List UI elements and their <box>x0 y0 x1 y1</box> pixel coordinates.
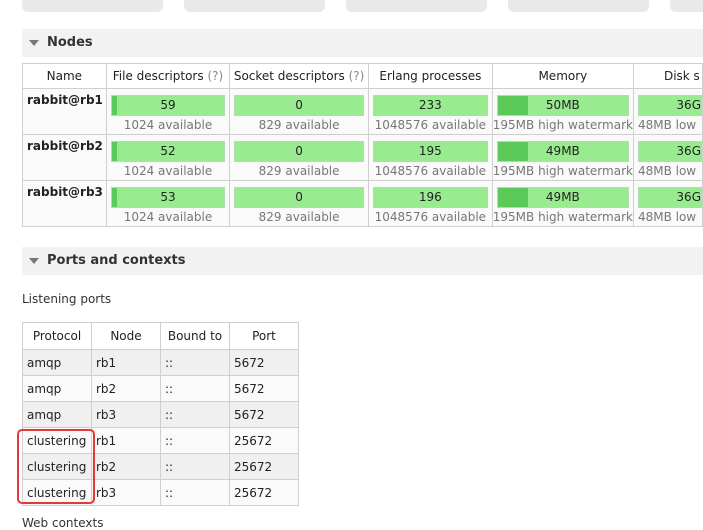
ports-section-header[interactable]: Ports and contexts <box>22 247 703 275</box>
sd-bar: 0 <box>234 187 364 208</box>
memory-bar: 49MB <box>496 141 629 162</box>
sd-bar: 0 <box>234 141 364 162</box>
erlang-bar: 196 <box>372 187 488 208</box>
col-memory: Memory <box>491 63 634 89</box>
table-row: amqp rb2:: 5672 <box>22 375 299 402</box>
col-bound-to: Bound to <box>160 322 230 350</box>
top-button-2[interactable] <box>184 0 325 12</box>
nodes-table: Name File descriptors (?) Socket descrip… <box>22 63 703 227</box>
node-name[interactable]: rabbit@rb2 <box>22 134 107 181</box>
node-name[interactable]: rabbit@rb3 <box>22 180 107 227</box>
top-button-1[interactable] <box>22 0 163 12</box>
col-name: Name <box>22 63 107 89</box>
node-name[interactable]: rabbit@rb1 <box>22 88 107 135</box>
help-icon[interactable]: (?) <box>349 69 365 83</box>
col-socket-descriptors: Socket descriptors (?) <box>229 63 369 89</box>
disk-bar: 36G <box>637 95 702 116</box>
col-disk: Disk s <box>632 63 703 89</box>
col-protocol: Protocol <box>22 322 92 350</box>
table-row: rabbit@rb3 53 1024 available 0 829 availab… <box>22 180 703 227</box>
memory-bar: 49MB <box>496 187 629 208</box>
help-icon[interactable]: (?) <box>207 69 223 83</box>
memory-bar: 50MB <box>496 95 629 116</box>
erlang-bar: 233 <box>372 95 488 116</box>
fd-bar: 59 <box>110 95 226 116</box>
fd-bar: 52 <box>110 141 226 162</box>
top-button-4[interactable] <box>508 0 649 12</box>
col-port: Port <box>229 322 299 350</box>
col-file-descriptors: File descriptors (?) <box>105 63 231 89</box>
table-row: rabbit@rb1 59 1024 available 0 829 availab… <box>22 88 703 135</box>
top-button-5[interactable] <box>670 0 703 12</box>
highlight-box <box>17 429 95 504</box>
nodes-section-header[interactable]: Nodes <box>22 29 703 57</box>
sd-bar: 0 <box>234 95 364 116</box>
table-row: amqp rb1:: 5672 <box>22 349 299 376</box>
collapse-triangle-icon <box>29 40 39 46</box>
disk-bar: 36G <box>637 187 702 208</box>
fd-bar: 53 <box>110 187 226 208</box>
erlang-bar: 195 <box>372 141 488 162</box>
listening-ports-title: Listening ports <box>22 292 112 306</box>
table-row: rabbit@rb2 52 1024 available 0 829 availab… <box>22 134 703 181</box>
table-row: amqp rb3:: 5672 <box>22 401 299 428</box>
collapse-triangle-icon <box>29 258 39 264</box>
disk-bar: 36G <box>637 141 702 162</box>
top-button-3[interactable] <box>346 0 487 12</box>
col-node: Node <box>91 322 161 350</box>
col-erlang-processes: Erlang processes <box>367 63 493 89</box>
